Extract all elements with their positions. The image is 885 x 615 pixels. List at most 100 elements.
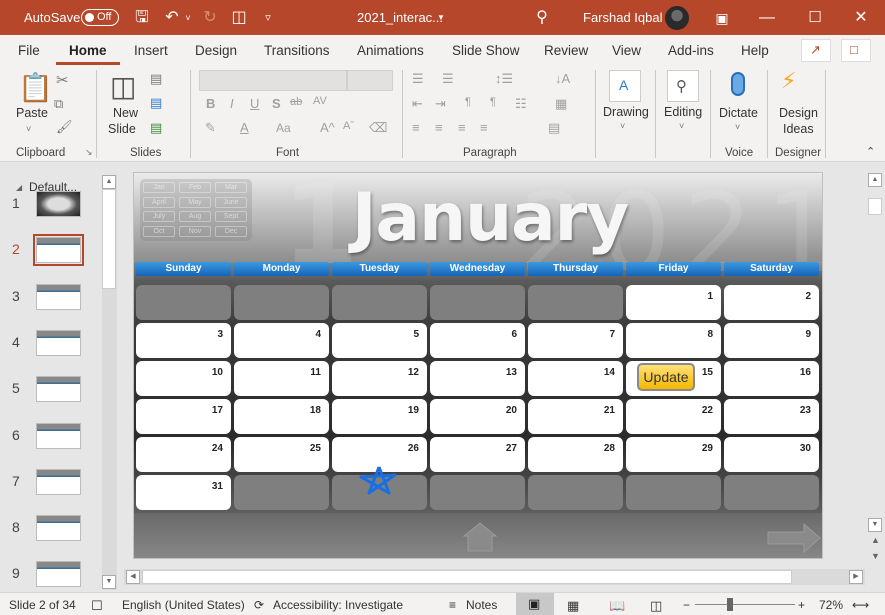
font-size-box[interactable] (347, 70, 393, 91)
calendar-day[interactable]: 16 (724, 361, 819, 396)
slide-thumbnail[interactable] (33, 234, 84, 267)
calendar-day[interactable]: 18 (234, 399, 329, 434)
document-title[interactable]: 2021_interac... (357, 10, 443, 25)
drawing-icon[interactable]: A (609, 70, 641, 102)
scroll-down-button[interactable]: ▼ (102, 575, 116, 589)
slide-thumbnail[interactable] (36, 515, 81, 542)
scroll-right-button[interactable]: ▶ (849, 570, 863, 584)
slideshow-view-icon[interactable]: ◫ (650, 598, 662, 614)
scroll-up-button[interactable]: ▲ (102, 175, 116, 189)
share-button[interactable]: ↗ (801, 39, 831, 62)
calendar-day[interactable]: 17 (136, 399, 231, 434)
dictate-dropdown-icon[interactable]: ˅ (735, 122, 740, 132)
design-ideas-icon[interactable]: ⚡ (781, 68, 796, 94)
scroll-left-button[interactable]: ◀ (126, 570, 140, 584)
calendar-day[interactable]: 3 (136, 323, 231, 358)
title-dropdown-icon[interactable]: ▼ (437, 13, 445, 22)
design-ideas-label-1[interactable]: Design (779, 106, 818, 120)
calendar-day[interactable]: 13 (430, 361, 525, 396)
editing-button[interactable]: Editing (664, 105, 702, 119)
new-slide-icon[interactable]: ◫ (110, 70, 136, 103)
paste-dropdown-icon[interactable]: ˅ (26, 124, 31, 134)
calendar-day[interactable]: 14 (528, 361, 623, 396)
slide-canvas[interactable]: 1 2021 January Jan Feb Mar April May June July… (133, 172, 823, 559)
slide-thumbnail[interactable] (36, 376, 81, 403)
previous-slide-icon[interactable]: ▲ (871, 535, 880, 545)
month-nav-button[interactable]: Feb (179, 182, 211, 193)
update-button[interactable]: Update (637, 363, 695, 391)
accessibility-icon[interactable]: ⟳ (254, 598, 264, 612)
underline-button[interactable]: U (250, 96, 259, 111)
user-name[interactable]: Farshad Iqbal (583, 10, 663, 25)
format-painter-icon[interactable]: 🖌 (56, 119, 73, 135)
slide-thumbnail[interactable] (36, 422, 81, 449)
autosave-toggle[interactable]: Off (81, 9, 119, 26)
new-slide-label-2[interactable]: Slide (108, 122, 136, 136)
editing-dropdown-icon[interactable]: ˅ (679, 121, 684, 131)
char-spacing-button[interactable]: AV (313, 95, 327, 107)
customize-qat-icon[interactable]: ▿ (258, 8, 278, 28)
ribbon-display-icon[interactable]: ▣ (712, 8, 732, 28)
dictate-button[interactable]: Dictate (719, 106, 758, 120)
spell-check-icon[interactable]: ☐ (91, 598, 103, 614)
calendar-day[interactable]: 2 (724, 285, 819, 320)
month-nav-button[interactable]: July (143, 211, 175, 222)
scroll-thumb[interactable] (868, 198, 882, 215)
next-arrow-icon[interactable] (766, 523, 822, 553)
home-icon[interactable] (462, 521, 498, 553)
ltr-icon[interactable]: ¶ (465, 96, 471, 108)
tab-view[interactable]: View (612, 43, 641, 58)
zoom-level[interactable]: 72% (819, 598, 843, 612)
slide-thumbnail[interactable] (36, 468, 81, 495)
calendar-day[interactable]: 1 (626, 285, 721, 320)
save-icon[interactable]: 🖫 (132, 8, 152, 28)
fit-to-window-icon[interactable]: ⟷ (852, 598, 869, 612)
month-nav-button[interactable]: Mar (215, 182, 247, 193)
slide-thumbnail[interactable] (36, 329, 81, 356)
slide-sorter-icon[interactable]: ▦ (567, 598, 579, 614)
shadow-button[interactable]: S (272, 96, 281, 111)
clipboard-launcher-icon[interactable]: ↘ (85, 147, 93, 158)
font-name-box[interactable] (199, 70, 347, 91)
copy-icon[interactable]: ⧉ (54, 96, 63, 112)
accessibility-status[interactable]: Accessibility: Investigate (273, 598, 403, 612)
calendar-day[interactable]: 4 (234, 323, 329, 358)
font-color-icon[interactable]: A (240, 120, 249, 135)
decrease-indent-icon[interactable]: ⇤ (412, 96, 423, 112)
change-case-button[interactable]: Aa (276, 121, 291, 135)
justify-icon[interactable]: ≡ (480, 120, 488, 135)
paste-button[interactable]: Paste (16, 106, 48, 120)
calendar-day[interactable]: 9 (724, 323, 819, 358)
tab-animations[interactable]: Animations (357, 43, 424, 58)
horizontal-scrollbar[interactable]: ◀ ▶ (124, 569, 865, 585)
reading-view-icon[interactable]: 📖 (609, 598, 625, 614)
zoom-out-button[interactable]: − (683, 598, 690, 612)
increase-indent-icon[interactable]: ⇥ (435, 96, 446, 112)
calendar-day[interactable]: 5 (332, 323, 427, 358)
calendar-day[interactable]: 24 (136, 437, 231, 472)
zoom-slider-thumb[interactable] (727, 598, 733, 611)
present-icon[interactable]: ◫ (229, 8, 249, 28)
paste-icon[interactable]: 📋 (18, 71, 53, 104)
highlight-icon[interactable]: ✎ (205, 120, 216, 136)
align-center-icon[interactable]: ≡ (435, 120, 443, 135)
calendar-day[interactable]: 19 (332, 399, 427, 434)
grow-font-button[interactable]: A^ (320, 120, 335, 135)
calendar-day[interactable]: 31 (136, 475, 231, 510)
calendar-day[interactable]: 6 (430, 323, 525, 358)
section-icon[interactable]: ▤ (150, 120, 162, 136)
calendar-day[interactable]: 10 (136, 361, 231, 396)
columns-icon[interactable]: ☷ (515, 96, 527, 112)
month-nav-button[interactable]: June (215, 196, 247, 208)
calendar-day[interactable]: 28 (528, 437, 623, 472)
maximize-icon[interactable]: ☐ (805, 8, 825, 28)
language-indicator[interactable]: English (United States) (122, 598, 245, 612)
reset-icon[interactable]: ▤ (150, 95, 162, 111)
text-direction-icon[interactable]: ↓A (555, 71, 570, 86)
rtl-icon[interactable]: ¶ (490, 96, 496, 108)
section-collapse-icon[interactable]: ◢ (16, 183, 22, 192)
layout-icon[interactable]: ▤ (150, 71, 162, 87)
month-nav-button[interactable]: Nov (179, 225, 211, 237)
new-slide-label-1[interactable]: New (113, 106, 138, 120)
tab-add-ins[interactable]: Add-ins (668, 43, 714, 58)
